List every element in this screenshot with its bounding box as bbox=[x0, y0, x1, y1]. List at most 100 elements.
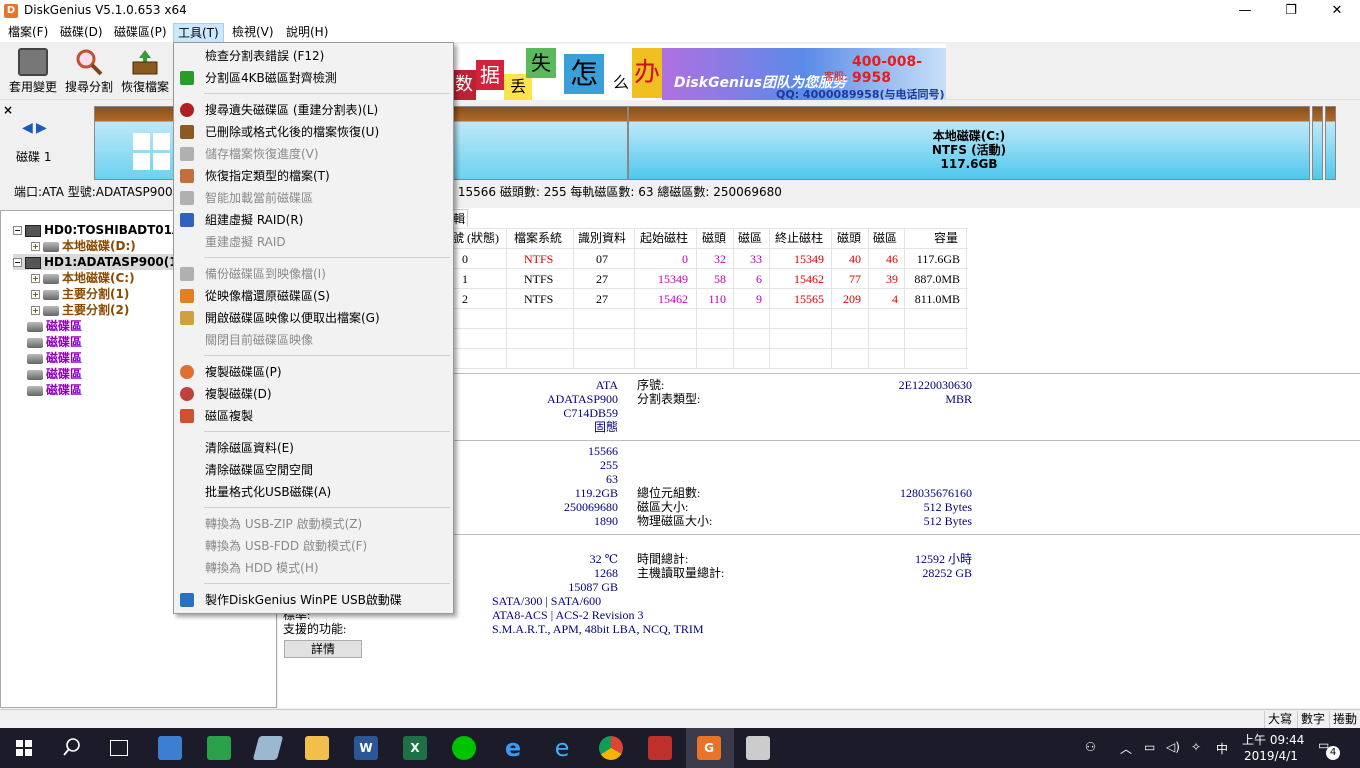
task-view-icon[interactable] bbox=[110, 740, 128, 756]
detail-label: 分割表類型: bbox=[637, 392, 701, 406]
tree-item-hd0[interactable]: − HD0:TOSHIBADT01A bbox=[13, 222, 181, 238]
tree-item-partition[interactable]: + 主要分割(1) bbox=[31, 286, 129, 302]
chrome-icon[interactable] bbox=[599, 736, 623, 760]
tools-dropdown-menu: 檢查分割表錯誤 (F12) 分割區4KB磁區對齊檢測 搜尋遺失磁碟區 (重建分割表)… bbox=[173, 42, 454, 614]
tools-menu-item[interactable]: 恢復指定類型的檔案(T) bbox=[174, 165, 453, 187]
menu-partition[interactable]: 磁碟區(P) bbox=[110, 22, 171, 42]
menu-file[interactable]: 檔案(F) bbox=[4, 22, 52, 42]
banner-ad[interactable]: 数 据 丢 失 怎 么 办 DiskGenius团队为您服务 客服: 400-0… bbox=[452, 44, 946, 100]
tools-menu-item[interactable]: 已刪除或格式化後的檔案恢復(U) bbox=[174, 121, 453, 143]
tools-menu-item[interactable]: 批量格式化USB磁碟(A) bbox=[174, 481, 453, 503]
menu-item-label: 智能加載當前磁碟區 bbox=[205, 191, 314, 205]
excel-icon[interactable]: X bbox=[403, 736, 427, 760]
search-icon[interactable] bbox=[63, 738, 81, 759]
menu-disk[interactable]: 磁碟(D) bbox=[56, 22, 107, 42]
tools-menu-item[interactable]: 清除磁區資料(E) bbox=[174, 437, 453, 459]
tools-menu-item[interactable]: 組建虛擬 RAID(R) bbox=[174, 209, 453, 231]
geometry-value: 119.2GB bbox=[574, 486, 618, 500]
tools-menu-item[interactable]: 開啟磁碟區映像以便取出檔案(G) bbox=[174, 307, 453, 329]
geometry-value: 512 Bytes bbox=[923, 500, 972, 514]
partition-block-c[interactable]: 本地磁碟(C:) NTFS (活動) 117.6GB bbox=[628, 106, 1310, 180]
word-icon[interactable]: W bbox=[354, 736, 378, 760]
tree-item-volume[interactable]: 磁碟區 bbox=[27, 366, 82, 382]
tree-item-volume[interactable]: 磁碟區 bbox=[27, 350, 82, 366]
tools-menu-item[interactable]: 複製磁碟(D) bbox=[174, 383, 453, 405]
menu-bar: 檔案(F) 磁碟(D) 磁碟區(P) 工具(T) 檢視(V) 說明(H) bbox=[0, 22, 1360, 43]
tree-item-partition[interactable]: + 主要分割(2) bbox=[31, 302, 129, 318]
next-disk-arrow-icon[interactable]: ▶ bbox=[36, 120, 47, 136]
col-header: 起始磁柱 bbox=[640, 231, 689, 245]
col-header: 磁區 bbox=[738, 231, 763, 245]
apply-changes-button[interactable]: 套用變更 bbox=[6, 46, 60, 98]
menu-help[interactable]: 說明(H) bbox=[282, 22, 332, 42]
tools-menu-item[interactable]: 轉換為 USB-FDD 啟動模式(F) bbox=[174, 535, 453, 557]
search-partition-button[interactable]: 搜尋分割 bbox=[62, 46, 116, 98]
volume-icon[interactable]: ◁) bbox=[1166, 740, 1180, 754]
magnifier-icon bbox=[74, 48, 104, 76]
dropbox-icon[interactable]: ✧ bbox=[1191, 740, 1201, 754]
diskgenius-taskbar-icon[interactable]: G bbox=[697, 736, 721, 760]
partition-block-small[interactable] bbox=[1325, 106, 1336, 180]
tools-menu-item[interactable]: 轉換為 USB-ZIP 啟動模式(Z) bbox=[174, 513, 453, 535]
start-windows-icon[interactable] bbox=[16, 740, 32, 759]
detail-label: 序號: bbox=[637, 378, 665, 392]
tools-menu-item[interactable]: 清除磁碟區空閒空間 bbox=[174, 459, 453, 481]
pen-app-icon[interactable] bbox=[252, 736, 284, 760]
clock-time[interactable]: 上午 09:44 bbox=[1242, 731, 1304, 748]
spreadsheet-app-icon[interactable] bbox=[207, 736, 231, 760]
filetype-icon bbox=[180, 169, 194, 183]
camera-app-icon[interactable] bbox=[746, 736, 770, 760]
tools-menu-item[interactable]: 關閉目前磁碟區映像 bbox=[174, 329, 453, 351]
menu-item-label: 複製磁碟區(P) bbox=[205, 365, 282, 379]
edge-icon[interactable]: e bbox=[501, 736, 525, 760]
people-icon[interactable]: ⚇ bbox=[1085, 740, 1096, 754]
tools-menu-item[interactable]: 檢查分割表錯誤 (F12) bbox=[174, 45, 453, 67]
tree-item-volume[interactable]: 磁碟區 bbox=[27, 318, 82, 334]
maximize-button[interactable]: ❐ bbox=[1268, 0, 1314, 22]
minimize-button[interactable]: — bbox=[1222, 0, 1268, 22]
internet-explorer-icon[interactable]: e bbox=[550, 736, 574, 760]
geometry-value: 1890 bbox=[594, 514, 618, 528]
geometry-label: 總位元組數: bbox=[637, 486, 701, 500]
contacts-app-icon[interactable] bbox=[158, 736, 182, 760]
close-panel-button[interactable]: × bbox=[3, 103, 13, 117]
tree-item-volume[interactable]: 磁碟區 bbox=[27, 334, 82, 350]
tools-menu-item[interactable]: 儲存檔案恢復進度(V) bbox=[174, 143, 453, 165]
network-icon[interactable]: ▭ bbox=[1144, 740, 1155, 754]
menu-item-label: 清除磁碟區空閒空間 bbox=[205, 463, 314, 477]
chevron-up-icon[interactable]: ︿ bbox=[1120, 740, 1132, 757]
prev-disk-arrow-icon[interactable]: ◀ bbox=[22, 120, 33, 136]
line-app-icon[interactable] bbox=[452, 736, 476, 760]
tree-item-partition[interactable]: + 本地磁碟(D:) bbox=[31, 238, 136, 254]
window-title: DiskGenius V5.1.0.653 x64 bbox=[24, 3, 187, 17]
download-app-icon[interactable] bbox=[648, 736, 672, 760]
tools-menu-item[interactable]: 磁區複製 bbox=[174, 405, 453, 427]
tools-menu-item[interactable]: 備份磁碟區到映像檔(I) bbox=[174, 263, 453, 285]
tools-menu-item[interactable]: 製作DiskGenius WinPE USB啟動碟 bbox=[174, 589, 453, 611]
menu-tools[interactable]: 工具(T) bbox=[173, 23, 224, 43]
banner-qq: QQ: 4000089958(与电话同号) bbox=[776, 88, 945, 100]
col-header: 識別資料 bbox=[578, 231, 627, 245]
recover-files-button[interactable]: 恢復檔案 bbox=[118, 46, 172, 98]
tools-menu-item[interactable]: 複製磁碟區(P) bbox=[174, 361, 453, 383]
details-button[interactable]: 詳情 bbox=[284, 640, 362, 658]
ime-indicator[interactable]: 中 bbox=[1216, 740, 1228, 757]
tools-menu-item[interactable]: 智能加載當前磁碟區 bbox=[174, 187, 453, 209]
file-explorer-icon[interactable] bbox=[305, 736, 329, 760]
menu-view[interactable]: 檢視(V) bbox=[228, 22, 278, 42]
tools-menu-item[interactable]: 重建虛擬 RAID bbox=[174, 231, 453, 253]
tree-item-volume[interactable]: 磁碟區 bbox=[27, 382, 82, 398]
menu-item-label: 檢查分割表錯誤 (F12) bbox=[205, 49, 325, 63]
close-button[interactable]: ✕ bbox=[1314, 0, 1360, 22]
tree-item-partition[interactable]: + 本地磁碟(C:) bbox=[31, 270, 135, 286]
tools-menu-item[interactable]: 分割區4KB磁區對齊檢測 bbox=[174, 67, 453, 89]
tools-menu-item[interactable]: 從映像檔還原磁碟區(S) bbox=[174, 285, 453, 307]
col-header: 磁區 bbox=[873, 231, 898, 245]
partition-block-small[interactable] bbox=[1312, 106, 1323, 180]
sector-copy-icon bbox=[180, 409, 194, 423]
clock-date[interactable]: 2019/4/1 bbox=[1244, 749, 1298, 763]
menu-item-label: 轉換為 USB-ZIP 啟動模式(Z) bbox=[205, 517, 363, 531]
tools-menu-item[interactable]: 轉換為 HDD 模式(H) bbox=[174, 557, 453, 579]
tools-menu-item[interactable]: 搜尋遺失磁碟區 (重建分割表)(L) bbox=[174, 99, 453, 121]
tree-item-hd1[interactable]: − HD1:ADATASP900(11 bbox=[13, 254, 186, 270]
